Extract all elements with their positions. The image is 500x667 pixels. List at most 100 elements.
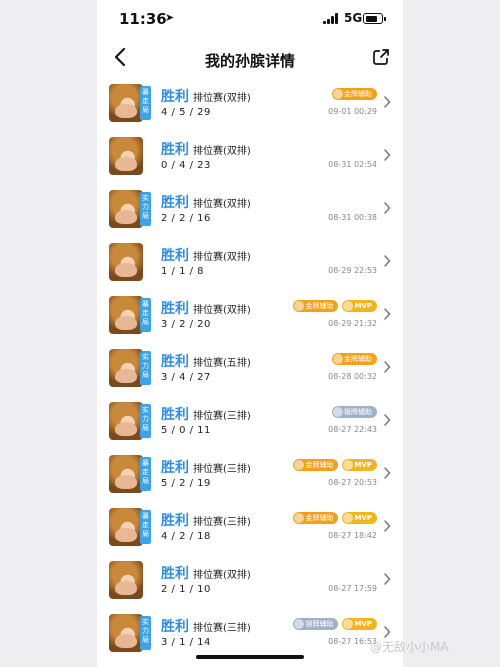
kda-score: 0 / 4 / 23 [161,160,211,171]
match-result: 胜利 [161,513,189,529]
match-type-tag: 实力局 [140,616,151,650]
match-type-tag: 暴走局 [140,457,151,491]
match-time: 09-01 00:29 [328,107,377,116]
match-type-tag: 暴走局 [140,510,151,544]
match-mode: 排位赛(双排) [193,146,251,157]
match-row[interactable]: 胜利 排位赛(双排) 1 / 1 / 8 08-29 22:53 [97,239,403,292]
phone-screen: 11:36 ➤ 5G 我的孙膑详情 暴走局 胜利 排位赛(双排) 4 / 5 / 29… [97,0,403,667]
match-time: 08-27 17:59 [328,584,377,593]
chevron-right-icon [384,626,391,638]
match-row[interactable]: 实力局 胜利 排位赛(三排) 5 / 0 / 11 银牌辅助 08-27 22:43 [97,398,403,451]
match-result: 胜利 [161,301,189,317]
chevron-right-icon [384,467,391,479]
match-result: 胜利 [161,89,189,105]
status-bar: 11:36 ➤ 5G [97,0,403,40]
match-row[interactable]: 暴走局 胜利 排位赛(双排) 3 / 2 / 20 金牌辅助 MVP 08-29 21:32 [97,292,403,345]
match-result: 胜利 [161,142,189,158]
hero-portrait-image [109,455,143,493]
chevron-right-icon [384,573,391,585]
location-arrow-icon: ➤ [165,11,175,24]
hero-portrait-image [109,508,143,546]
match-type-tag: 实力局 [140,351,151,385]
hero-avatar: 实力局 [109,614,151,652]
match-result: 胜利 [161,619,189,635]
kda-score: 3 / 1 / 14 [161,637,211,648]
match-time: 08-31 00:38 [328,213,377,222]
kda-score: 4 / 5 / 29 [161,107,211,118]
match-result: 胜利 [161,248,189,264]
match-mode: 排位赛(双排) [193,93,251,104]
badge-group: 金牌辅助 MVP [293,459,377,471]
hero-avatar: 暴走局 [109,296,151,334]
kda-score: 2 / 1 / 10 [161,584,211,595]
mvp-badge: MVP [342,459,377,471]
chevron-right-icon [384,414,391,426]
match-row[interactable]: 暴走局 胜利 排位赛(双排) 4 / 5 / 29 金牌辅助 09-01 00:29 [97,80,403,133]
cellular-signal-icon [323,13,339,24]
gold-support-badge: 金牌辅助 [332,88,377,100]
gold-support-badge: 金牌辅助 [293,459,339,471]
network-type: 5G [344,11,363,25]
match-mode: 排位赛(双排) [193,199,251,210]
match-list: 暴走局 胜利 排位赛(双排) 4 / 5 / 29 金牌辅助 09-01 00:29 胜利排… [97,80,403,663]
nav-bar: 我的孙膑详情 [97,40,403,78]
hero-avatar [109,561,151,599]
hero-avatar [109,243,151,281]
chevron-right-icon [384,149,391,161]
match-type-tag: 暴走局 [140,298,151,332]
chevron-right-icon [384,308,391,320]
battery-icon [363,13,386,24]
match-type-tag: 暴走局 [140,86,151,120]
badge-group: 银牌辅助 [332,406,377,418]
match-mode: 排位赛(三排) [193,411,251,422]
match-time: 08-28 00:32 [328,372,377,381]
chevron-right-icon [384,255,391,267]
hero-avatar: 暴走局 [109,455,151,493]
gold-support-badge: 金牌辅助 [293,300,339,312]
hero-portrait-image [109,402,143,440]
match-time: 08-27 18:42 [328,531,377,540]
match-time: 08-29 21:32 [328,319,377,328]
badge-group: 银牌辅助 MVP [293,618,377,630]
badge-group: 金牌辅助 [332,353,377,365]
mvp-badge: MVP [342,618,377,630]
kda-score: 3 / 4 / 27 [161,372,211,383]
match-row[interactable]: 实力局 胜利 排位赛(双排) 2 / 2 / 16 08-31 00:38 [97,186,403,239]
match-row[interactable]: 实力局 胜利 排位赛(五排) 3 / 4 / 27 金牌辅助 08-28 00:32 [97,345,403,398]
kda-score: 1 / 1 / 8 [161,266,205,277]
match-row[interactable]: 胜利 排位赛(双排) 0 / 4 / 23 08-31 02:54 [97,133,403,186]
hero-portrait-image [109,243,143,281]
hero-avatar: 暴走局 [109,508,151,546]
match-mode: 排位赛(五排) [193,358,251,369]
badge-group: 金牌辅助 MVP [293,512,377,524]
match-time: 08-27 20:53 [328,478,377,487]
silver-support-badge: 银牌辅助 [332,406,377,418]
hero-portrait-image [109,349,143,387]
silver-support-badge: 银牌辅助 [293,618,339,630]
mvp-badge: MVP [342,512,377,524]
match-mode: 排位赛(双排) [193,305,251,316]
kda-score: 3 / 2 / 20 [161,319,211,330]
share-icon[interactable] [372,48,390,66]
chevron-right-icon [384,202,391,214]
match-row[interactable]: 暴走局 胜利 排位赛(三排) 4 / 2 / 18 金牌辅助 MVP 08-27 18:42 [97,504,403,557]
gold-support-badge: 金牌辅助 [332,353,377,365]
kda-score: 4 / 2 / 18 [161,531,211,542]
chevron-right-icon [384,361,391,373]
match-result: 胜利 [161,407,189,423]
match-type-tag: 实力局 [140,192,151,226]
badge-group: 金牌辅助 MVP [293,300,377,312]
hero-portrait-image [109,190,143,228]
kda-score: 5 / 2 / 19 [161,478,211,489]
home-indicator[interactable] [196,655,304,659]
hero-portrait-image [109,84,143,122]
hero-portrait-image [109,614,143,652]
hero-portrait-image [109,561,143,599]
match-result: 胜利 [161,460,189,476]
match-row[interactable]: 胜利 排位赛(双排) 2 / 1 / 10 08-27 17:59 [97,557,403,610]
hero-avatar [109,137,151,175]
kda-score: 2 / 2 / 16 [161,213,211,224]
watermark-text: @无敌小小MA [370,640,449,654]
hero-portrait-image [109,296,143,334]
match-row[interactable]: 暴走局 胜利 排位赛(三排) 5 / 2 / 19 金牌辅助 MVP 08-27 20:53 [97,451,403,504]
